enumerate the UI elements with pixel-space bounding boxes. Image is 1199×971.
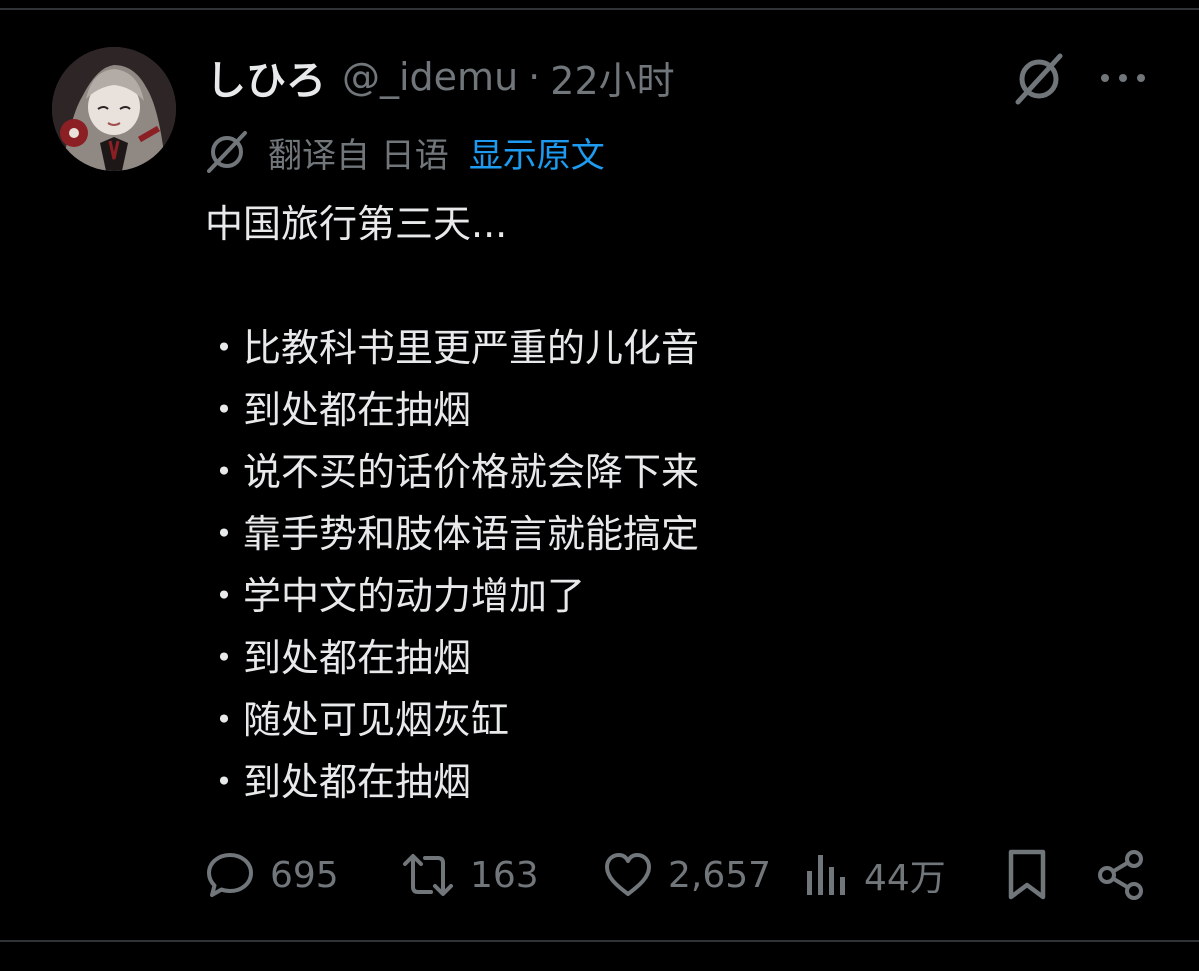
- list-item: ・到处都在抽烟: [205, 760, 472, 804]
- list-item: ・靠手势和肢体语言就能搞定: [205, 512, 700, 556]
- grok-icon[interactable]: [1010, 50, 1068, 108]
- views-button[interactable]: 44万: [804, 845, 946, 905]
- share-button[interactable]: [1096, 845, 1146, 905]
- reply-icon: [207, 853, 253, 897]
- tweet-intro: 中国旅行第三天...: [205, 202, 508, 246]
- heart-icon: [605, 853, 651, 896]
- views-count: 44万: [864, 858, 946, 899]
- bottom-divider: [0, 940, 1199, 942]
- author-handle[interactable]: @_idemu: [342, 55, 518, 99]
- translated-from-label: 翻译自 日语: [268, 135, 449, 176]
- avatar[interactable]: [52, 47, 176, 171]
- like-button[interactable]: 2,657: [602, 845, 771, 905]
- list-item: ・到处都在抽烟: [205, 636, 472, 680]
- reply-button[interactable]: 695: [204, 845, 339, 905]
- tweet-bullet-list: ・比教科书里更严重的儿化音 ・到处都在抽烟 ・说不买的话价格就会降下来 ・靠手势…: [205, 317, 1145, 813]
- tweet-header: しひろ @_idemu · 22小时: [206, 50, 675, 104]
- translation-bar: 翻译自 日语 显示原文: [204, 128, 605, 176]
- share-icon: [1098, 850, 1143, 900]
- list-item: ・到处都在抽烟: [205, 388, 472, 432]
- top-divider: [0, 8, 1199, 10]
- tweet-timestamp[interactable]: 22小时: [550, 50, 674, 105]
- tweet-body: 中国旅行第三天... ・比教科书里更严重的儿化音 ・到处都在抽烟 ・说不买的话价…: [205, 193, 1145, 813]
- action-bar: 695 163 2,657 44万: [0, 845, 1199, 905]
- list-item: ・说不买的话价格就会降下来: [205, 450, 700, 494]
- repost-icon: [403, 854, 453, 896]
- list-item: ・随处可见烟灰缸: [205, 698, 510, 742]
- repost-button[interactable]: 163: [400, 845, 539, 905]
- like-count: 2,657: [668, 854, 772, 896]
- more-icon[interactable]: [1098, 60, 1148, 96]
- author-display-name[interactable]: しひろ: [206, 48, 326, 106]
- translation-grok-icon: [204, 129, 250, 175]
- list-item: ・比教科书里更严重的儿化音: [205, 326, 700, 370]
- show-original-link[interactable]: 显示原文: [469, 128, 605, 177]
- bookmark-icon: [1008, 849, 1046, 900]
- views-icon: [807, 855, 845, 895]
- reply-count: 695: [270, 854, 339, 896]
- list-item: ・学中文的动力增加了: [205, 574, 586, 618]
- header-separator: ·: [528, 55, 541, 99]
- repost-count: 163: [470, 854, 539, 896]
- bookmark-button[interactable]: [1004, 845, 1050, 905]
